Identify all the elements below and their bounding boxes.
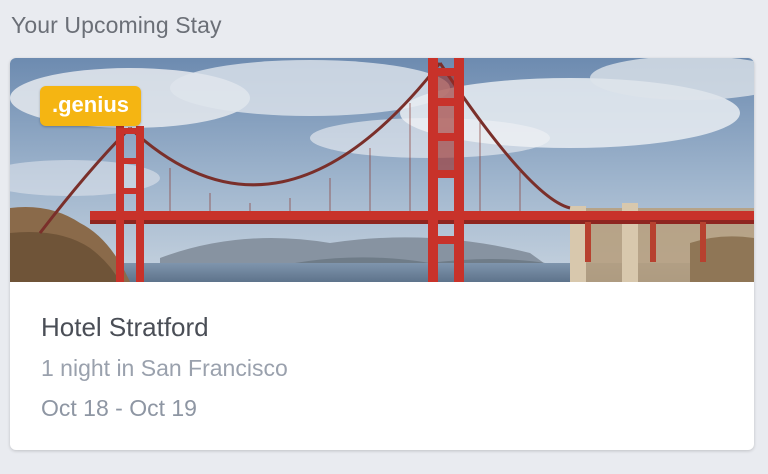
upcoming-stay-card[interactable]: .genius Hotel Stratford 1 night in San F… (10, 58, 754, 450)
hotel-name[interactable]: Hotel Stratford (41, 312, 288, 343)
genius-badge: .genius (40, 86, 142, 126)
stay-details: Hotel Stratford 1 night in San Francisco… (41, 312, 288, 422)
section-title: Your Upcoming Stay (11, 12, 222, 38)
hotel-hero-image: .genius (10, 58, 754, 282)
stay-dates: Oct 18 - Oct 19 (41, 395, 197, 421)
stay-length: 1 night in San Francisco (41, 355, 288, 381)
